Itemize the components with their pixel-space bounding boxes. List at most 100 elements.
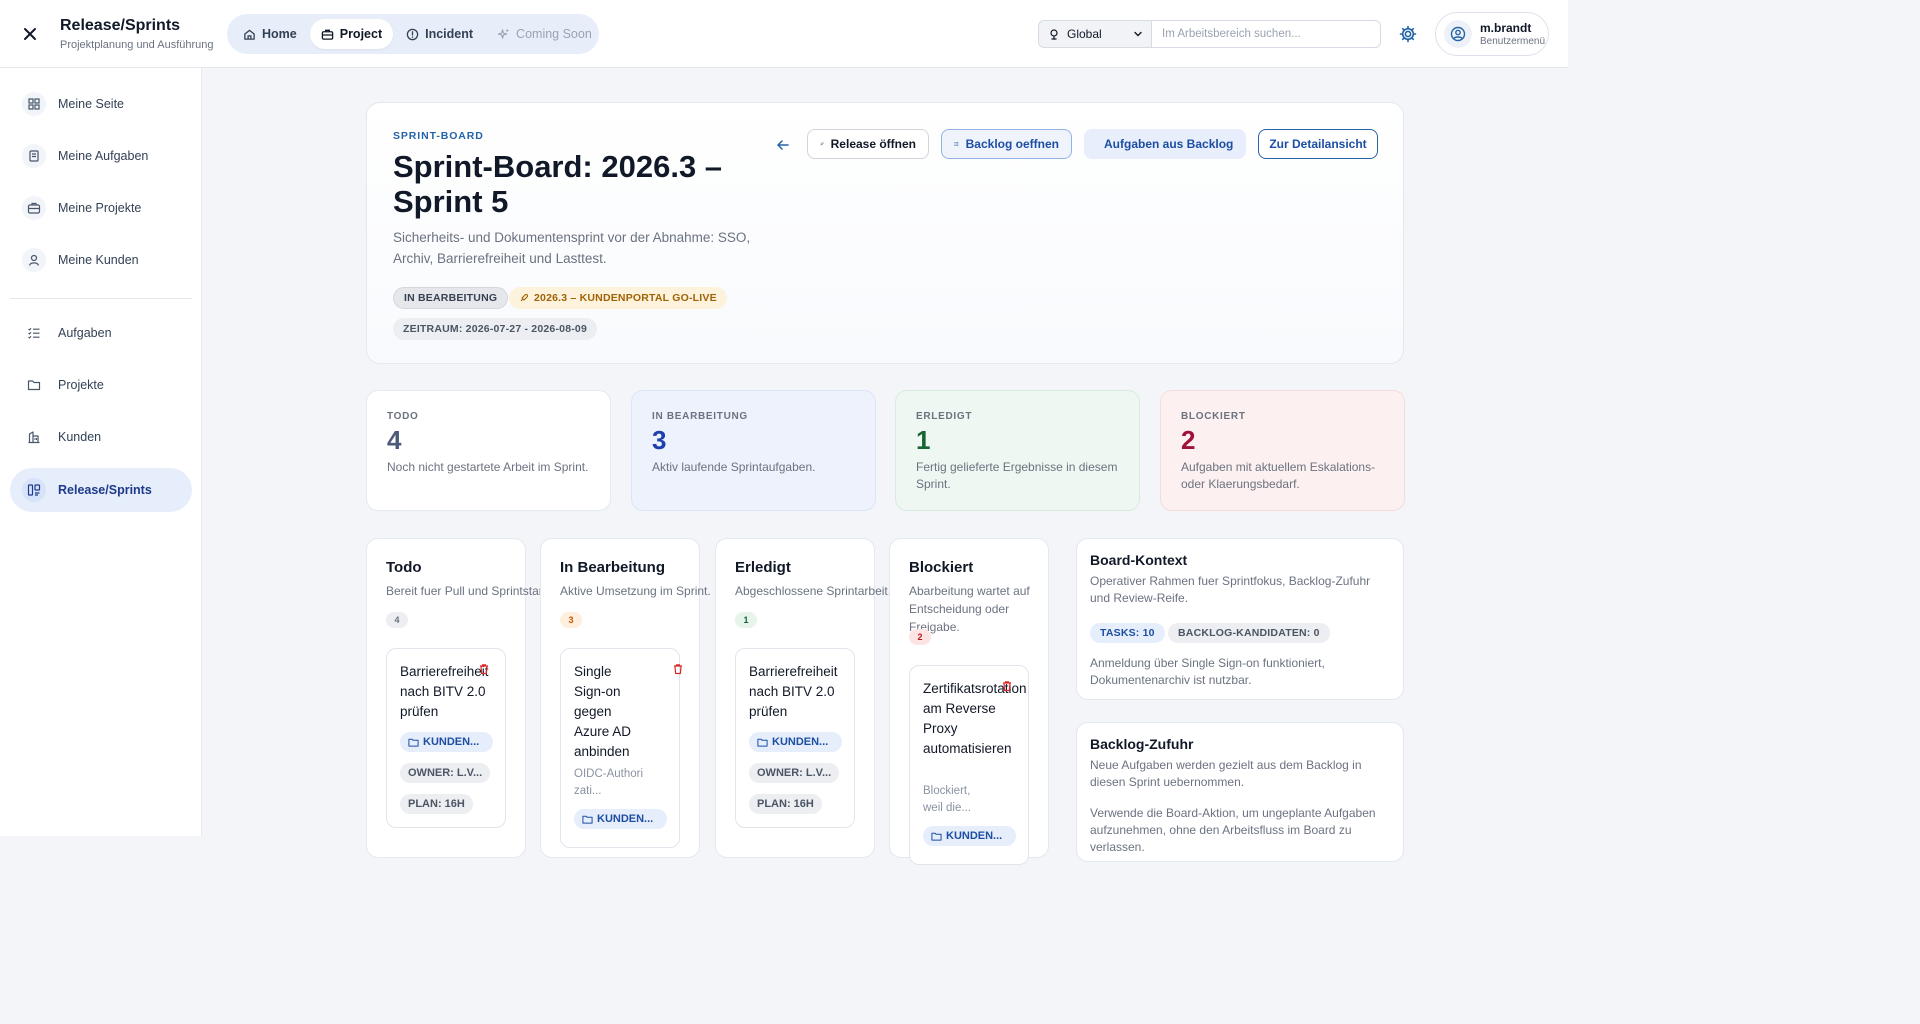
detail-view-label: Zur Detailansicht — [1269, 137, 1367, 151]
scope-select[interactable]: Global — [1038, 20, 1152, 48]
user-circle-icon — [1450, 26, 1466, 42]
release-badge-label: 2026.3 – KUNDENPORTAL GO-LIVE — [534, 292, 717, 304]
date-range-label: ZEITRAUM: 2026-07-27 - 2026-08-09 — [403, 323, 588, 335]
page-title: Sprint-Board: 2026.3 – Sprint 5 — [393, 149, 723, 219]
sidebar-item-meine-aufgaben[interactable]: Meine Aufgaben — [10, 134, 192, 178]
nav-project[interactable]: Project — [309, 19, 394, 49]
user-menu[interactable]: m.brandt Benutzermenü — [1435, 12, 1549, 56]
alert-icon — [406, 28, 419, 40]
settings-button[interactable] — [1396, 22, 1420, 46]
context-title: Board-Kontext — [1090, 552, 1188, 568]
sidebar-item-label: Release/Sprints — [58, 483, 152, 497]
user-name: m.brandt — [1480, 20, 1532, 35]
stat-description: Aufgaben mit aktuellem Eskalations- oder… — [1181, 460, 1376, 491]
column-title: In Bearbeitung — [560, 559, 666, 576]
owner-tag: OWNER: L.V... — [400, 763, 491, 783]
status-badge: IN BEARBEITUNG — [393, 287, 509, 309]
context-text: Operativer Rahmen fuer Sprintfokus, Back… — [1090, 574, 1371, 605]
board-column-todo: Todo Bereit fuer Pull und Sprintstart. 4… — [366, 538, 549, 858]
stat-value: 1 — [916, 425, 931, 455]
tasks-count-chip: TASKS: 10 — [1090, 623, 1165, 643]
project-tag[interactable]: KUNDEN... — [749, 732, 842, 752]
arrow-left-icon — [777, 140, 789, 150]
sidebar-item-release-sprints[interactable]: Release/Sprints — [10, 468, 192, 512]
user-menu-label: Benutzermenü — [1480, 35, 1546, 47]
task-title: Barrierefreiheit nach BITV 2.0 prüfen — [749, 664, 838, 719]
task-card[interactable]: Single Sign-on gegen Azure AD anbinden O… — [560, 648, 682, 848]
project-tag[interactable]: KUNDEN... — [574, 809, 667, 829]
nav-home[interactable]: Home — [232, 19, 308, 49]
task-clipboard-icon — [29, 150, 39, 162]
stat-description: Aktiv laufende Sprintaufgaben. — [652, 460, 816, 474]
dashboard-icon — [28, 98, 40, 110]
building-icon — [28, 431, 40, 444]
stat-card-in-progress: IN BEARBEITUNG 3 Aktiv laufende Sprintau… — [631, 390, 876, 511]
sidebar-item-meine-projekte[interactable]: Meine Projekte — [10, 186, 192, 230]
sparkle-icon — [497, 28, 509, 39]
detail-view-button[interactable]: Zur Detailansicht — [1258, 129, 1378, 159]
avatar — [1444, 20, 1472, 48]
plan-tag: PLAN: 16H — [749, 794, 822, 814]
folder-icon — [408, 738, 419, 747]
add-from-backlog-button[interactable]: Aufgaben aus Backlog — [1084, 129, 1246, 159]
sprint-header-card: SPRINT-BOARD Sprint-Board: 2026.3 – Spri… — [366, 102, 1404, 364]
board-column-in-progress: In Bearbeitung Aktive Umsetzung im Sprin… — [540, 538, 711, 858]
project-tag-label: KUNDEN... — [597, 813, 654, 825]
column-description: Abarbeitung wartet auf Entscheidung oder… — [909, 584, 1030, 634]
trash-icon[interactable] — [672, 663, 684, 675]
nav-incident[interactable]: Incident — [395, 19, 484, 49]
status-badge-label: IN BEARBEITUNG — [404, 292, 498, 304]
project-tag[interactable]: KUNDEN... — [923, 826, 1016, 846]
sidebar-item-projekte[interactable]: Projekte — [10, 363, 192, 407]
column-title: Blockiert — [909, 559, 974, 576]
close-button[interactable] — [18, 22, 42, 46]
board-context-card: Board-Kontext Operativer Rahmen fuer Spr… — [1076, 538, 1404, 700]
sidebar-item-label: Meine Seite — [58, 97, 125, 111]
sidebar-item-kunden[interactable]: Kunden — [10, 415, 192, 459]
sidebar-item-aufgaben[interactable]: Aufgaben — [10, 311, 192, 355]
stat-card-done: ERLEDIGT 1 Fertig gelieferte Ergebnisse … — [895, 390, 1140, 511]
open-backlog-button[interactable]: Backlog oeffnen — [941, 129, 1072, 159]
task-card[interactable]: Barrierefreiheit nach BITV 2.0 prüfen KU… — [735, 648, 855, 828]
project-tag[interactable]: KUNDEN... — [400, 732, 493, 752]
context-note: Verwende die Board-Aktion, um ungeplante… — [1090, 806, 1376, 854]
nav-project-label: Project — [339, 27, 383, 41]
back-button[interactable] — [771, 133, 795, 157]
search-input[interactable] — [1151, 20, 1381, 48]
release-badge[interactable]: 2026.3 – KUNDENPORTAL GO-LIVE — [509, 287, 727, 309]
stat-label: TODO — [387, 411, 419, 422]
project-tag-label: KUNDEN... — [946, 830, 1003, 842]
column-description: Bereit fuer Pull und Sprintstart. — [386, 584, 550, 598]
stat-description: Fertig gelieferte Ergebnisse in diesem S… — [916, 460, 1118, 491]
context-text: Neue Aufgaben werden gezielt aus dem Bac… — [1090, 758, 1362, 789]
context-title: Backlog-Zufuhr — [1090, 736, 1194, 752]
sidebar-item-meine-seite[interactable]: Meine Seite — [10, 82, 192, 126]
briefcase-icon — [321, 29, 333, 40]
column-count-badge: 2 — [909, 629, 931, 645]
backlog-candidates-chip: BACKLOG-KANDIDATEN: 0 — [1168, 623, 1330, 643]
trash-icon[interactable] — [1001, 680, 1013, 692]
sidebar-item-meine-kunden[interactable]: Meine Kunden — [10, 238, 192, 282]
stat-value: 2 — [1181, 425, 1196, 455]
trash-icon[interactable] — [478, 663, 490, 675]
task-description: OIDC-Authorizati... — [574, 768, 644, 797]
board-column-blocked: Blockiert Abarbeitung wartet auf Entsche… — [889, 538, 1049, 865]
sidebar-item-label: Meine Projekte — [58, 201, 142, 215]
column-count-badge: 3 — [560, 612, 582, 628]
task-title: Zertifikatsrotation am Reverse Proxy aut… — [923, 681, 1027, 756]
stat-label: ERLEDIGT — [916, 411, 973, 422]
task-card[interactable]: Zertifikatsrotation am Reverse Proxy aut… — [909, 665, 1029, 865]
nav-coming-soon[interactable]: Coming Soon — [486, 19, 603, 49]
globe-pin-icon — [1050, 29, 1058, 40]
open-release-button[interactable]: Release öffnen — [807, 129, 929, 159]
task-card[interactable]: Barrierefreiheit nach BITV 2.0 prüfen KU… — [386, 648, 506, 828]
column-title: Todo — [386, 559, 422, 576]
sidebar-item-label: Kunden — [58, 430, 102, 444]
nav-coming-soon-label: Coming Soon — [516, 27, 592, 41]
project-tag-label: KUNDEN... — [772, 736, 829, 748]
backlog-intake-card: Backlog-Zufuhr Neue Aufgaben werden gezi… — [1076, 722, 1404, 862]
stat-value: 3 — [652, 425, 667, 455]
scope-value: Global — [1067, 27, 1102, 41]
task-title: Single Sign-on gegen Azure AD anbinden — [574, 664, 632, 759]
column-title: Erledigt — [735, 559, 791, 576]
